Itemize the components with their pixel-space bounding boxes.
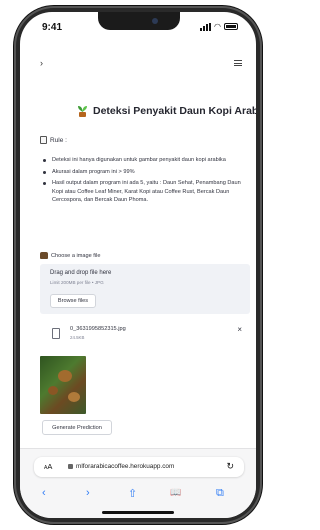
forward-button[interactable]: › [86,487,90,499]
rule-item: Akurasi dalam program ini > 99% [40,168,248,177]
leaf-spot [68,392,80,402]
rule-heading: Rule : [40,136,67,144]
address-bar[interactable]: AA mlforarabicacoffee.herokuapp.com ↻ [34,457,244,477]
file-uploader-label-text: Choose a image file [51,252,101,259]
sidebar-expand-button[interactable]: › [40,58,43,68]
menu-icon[interactable] [234,60,242,66]
leaf-spot [48,386,58,395]
notch [98,12,180,30]
rule-item: Deteksi ini hanya digunakan untuk gambar… [40,156,248,165]
file-uploader-label: Choose a image file [40,252,100,259]
file-icon [52,328,60,339]
dropzone-limit: Limit 200MB per file • JPG [50,280,104,285]
phone-screen: 9:41 ◠ › Deteksi Penyakit Daun Kopi Arab… [20,12,256,518]
rule-heading-text: Rule : [50,136,67,144]
url-text: mlforarabicacoffee.herokuapp.com [76,463,175,470]
leaf-spot [58,370,72,382]
rules-list: Deteksi ini hanya digunakan untuk gambar… [40,156,248,208]
page-title: Deteksi Penyakit Daun Kopi Arabika [76,104,256,117]
browse-files-button[interactable]: Browse files [50,294,96,308]
uploaded-file-row: 0_3631995852315.jpg 24.5KB × [46,325,246,348]
browser-toolbar: AA mlforarabicacoffee.herokuapp.com ↻ ‹ … [20,448,256,518]
file-dropzone[interactable]: Drag and drop file here Limit 200MB per … [40,264,250,314]
uploaded-file-size: 24.5KB [70,335,85,340]
remove-file-button[interactable]: × [237,325,242,334]
app-header: › [20,56,256,76]
reload-icon[interactable]: ↻ [226,461,234,472]
signal-icon [200,22,212,31]
back-button[interactable]: ‹ [42,487,46,499]
camera-icon [152,18,158,24]
uploaded-file-name: 0_3631995852315.jpg [70,326,126,332]
document-icon [40,136,47,144]
tabs-icon[interactable]: ⧉ [216,487,224,500]
uploaded-leaf-image [40,356,86,414]
page-title-text: Deteksi Penyakit Daun Kopi Arabika [93,104,256,117]
reader-settings-button[interactable]: AA [44,462,52,471]
generate-prediction-button[interactable]: Generate Prediction [42,420,112,435]
home-indicator [102,511,174,514]
status-time: 9:41 [42,22,63,33]
battery-icon [224,23,238,30]
status-icons: ◠ [200,22,238,31]
book-icon[interactable]: 📖 [170,487,181,498]
wifi-icon: ◠ [214,22,221,31]
aa-big: A [47,462,53,471]
dropzone-title: Drag and drop file here [50,270,112,276]
rule-item: Hasil output dalam program ini ada 5, ya… [40,179,248,205]
share-icon[interactable]: ⇧ [128,487,137,500]
image-icon [40,252,48,259]
plant-icon [76,104,89,117]
lock-icon [68,464,73,469]
